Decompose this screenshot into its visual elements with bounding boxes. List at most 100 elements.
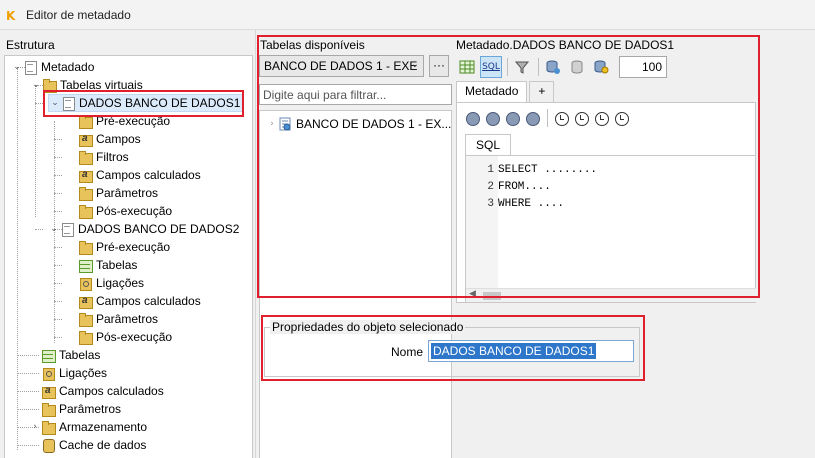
folder-icon	[78, 186, 93, 201]
database-stack-icon[interactable]	[523, 109, 541, 127]
tree-item-pre-execucao[interactable]: Pré-execução	[78, 112, 170, 130]
pane-splitter[interactable]	[255, 30, 256, 458]
chevron-down-icon[interactable]: ⌄	[411, 59, 419, 70]
toolbar-divider	[538, 58, 539, 76]
database-icon	[571, 60, 583, 74]
list-item[interactable]: › BANCO DE DADOS 1 - EX...	[266, 115, 451, 133]
list-item-label: BANCO DE DADOS 1 - EX...	[296, 117, 452, 131]
database-run-icon[interactable]	[503, 109, 521, 127]
tab-sql[interactable]: SQL	[465, 134, 512, 156]
tree-item-campos[interactable]: Campos	[78, 130, 141, 148]
database-sync-icon[interactable]	[483, 109, 501, 127]
tree-item-pos-execucao[interactable]: Pós-execução	[78, 202, 172, 220]
code-text: WHERE ....	[498, 198, 565, 210]
line-number: 3	[487, 198, 494, 210]
tab-metadado[interactable]: Metadado	[456, 81, 528, 102]
line-number: 1	[487, 164, 494, 176]
database-refresh-icon	[546, 60, 560, 74]
tree-item-filtros[interactable]: Filtros	[78, 148, 129, 166]
tree-item-dados-banco-2[interactable]: ⌄ DADOS BANCO DE DADOS2	[48, 220, 239, 238]
name-field-value: DADOS BANCO DE DADOS1	[431, 343, 597, 359]
metadata-tabs: Metadado +	[456, 81, 556, 102]
tree-item-label: Ligações	[96, 276, 145, 290]
metadata-title: Metadado.DADOS BANCO DE DADOS1	[456, 38, 675, 52]
field-folder-icon	[78, 168, 93, 183]
database-icon	[41, 438, 55, 453]
code-line: 2 FROM....	[466, 181, 551, 198]
chevron-down-icon[interactable]: ⌄	[49, 98, 61, 108]
properties-legend: Propriedades do objeto selecionado	[270, 320, 466, 334]
link-icon	[41, 366, 55, 381]
tree-item-label: Campos calculados	[59, 384, 164, 398]
chevron-down-icon[interactable]: ⌄	[11, 62, 23, 72]
tree-item-cache-de-dados[interactable]: Cache de dados	[41, 436, 146, 454]
tables-list[interactable]: › BANCO DE DADOS 1 - EX...	[259, 110, 452, 458]
tree-item-label: DADOS BANCO DE DADOS1	[79, 96, 241, 110]
folder-icon	[41, 420, 56, 435]
sql-view-button[interactable]: SQL	[480, 56, 502, 78]
tree-item-parametros[interactable]: Parâmetros	[41, 400, 121, 418]
refresh-db-button[interactable]	[542, 56, 564, 78]
chevron-down-icon[interactable]: ⌄	[48, 224, 60, 234]
filter-input[interactable]	[259, 84, 452, 105]
structure-tree[interactable]: ⌄ Metadado ⌄ Tabelas virtuais ⌄ DADOS BA…	[4, 55, 253, 458]
database-button[interactable]	[566, 56, 588, 78]
metadata-toolbar: SQL	[456, 55, 614, 79]
tree-item-campos-calculados[interactable]: Campos calculados	[78, 292, 201, 310]
tree-item-label: Campos	[96, 132, 141, 146]
code-text: FROM....	[498, 181, 551, 193]
field-folder-icon	[78, 132, 93, 147]
document-icon	[60, 222, 74, 237]
chevron-right-icon[interactable]: ›	[29, 422, 41, 432]
tree-item-tabelas[interactable]: Tabelas	[78, 256, 137, 274]
horizontal-scrollbar[interactable]: ◀	[466, 288, 756, 302]
tree-item-label: Parâmetros	[59, 402, 122, 416]
clock-gear-icon[interactable]	[612, 109, 630, 127]
browse-button[interactable]: ···	[429, 55, 449, 77]
clock-icon[interactable]	[592, 109, 610, 127]
name-field[interactable]: DADOS BANCO DE DADOS1	[428, 340, 634, 362]
database-select[interactable]: BANCO DE DADOS 1 - EXE ⌄	[259, 55, 424, 77]
folder-icon	[78, 150, 93, 165]
table-icon	[41, 348, 56, 363]
line-number: 2	[487, 181, 494, 193]
database-refresh-icon[interactable]	[463, 109, 481, 127]
scrollbar-thumb[interactable]	[483, 292, 501, 300]
chevron-right-icon[interactable]: ›	[266, 119, 278, 129]
tree-item-dados-banco-1[interactable]: ⌄ DADOS BANCO DE DADOS1	[48, 94, 244, 112]
tree-item-pre-execucao[interactable]: Pré-execução	[78, 238, 170, 256]
tree-item-ligacoes[interactable]: Ligações	[41, 364, 107, 382]
database-settings-button[interactable]	[590, 56, 612, 78]
name-label: Nome	[391, 345, 424, 359]
window-title: Editor de metadado	[26, 8, 131, 22]
folder-icon	[42, 78, 57, 93]
document-icon	[23, 60, 37, 75]
tree-item-campos-calculados[interactable]: Campos calculados	[41, 382, 164, 400]
folder-icon	[78, 114, 93, 129]
tree-item-tabelas[interactable]: Tabelas	[41, 346, 100, 364]
tree-item-ligacoes[interactable]: Ligações	[78, 274, 144, 292]
filter-button[interactable]	[511, 56, 533, 78]
tab-add[interactable]: +	[529, 81, 555, 102]
tree-item-pos-execucao[interactable]: Pós-execução	[78, 328, 172, 346]
folder-icon	[41, 402, 56, 417]
tree-item-metadado[interactable]: ⌄ Metadado	[11, 58, 94, 76]
code-line: 1 SELECT ........	[466, 164, 597, 181]
code-line: 3 WHERE ....	[466, 198, 564, 215]
document-icon	[61, 96, 75, 111]
clock-forward-icon[interactable]	[572, 109, 590, 127]
scroll-left-icon[interactable]: ◀	[469, 289, 476, 299]
tree-item-armazenamento[interactable]: › Armazenamento	[29, 418, 147, 436]
tree-item-parametros[interactable]: Parâmetros	[78, 310, 158, 328]
tree-item-campos-calculados[interactable]: Campos calculados	[78, 166, 201, 184]
sql-editor[interactable]: 1 SELECT ........ 2 FROM.... 3 WHERE .... ◀	[465, 155, 756, 303]
clock-back-icon[interactable]	[552, 109, 570, 127]
tree-item-label: Tabelas	[59, 348, 101, 362]
tree-item-label: Pré-execução	[96, 240, 171, 254]
tree-item-tabelas-virtuais[interactable]: ⌄ Tabelas virtuais	[30, 76, 143, 94]
structure-pane: Estrutura ⌄ Metadado ⌄ Tabelas virtuais …	[0, 30, 255, 458]
tree-item-parametros[interactable]: Parâmetros	[78, 184, 158, 202]
chevron-down-icon[interactable]: ⌄	[30, 80, 42, 90]
grid-view-button[interactable]	[456, 56, 478, 78]
row-limit-input[interactable]	[619, 56, 667, 78]
